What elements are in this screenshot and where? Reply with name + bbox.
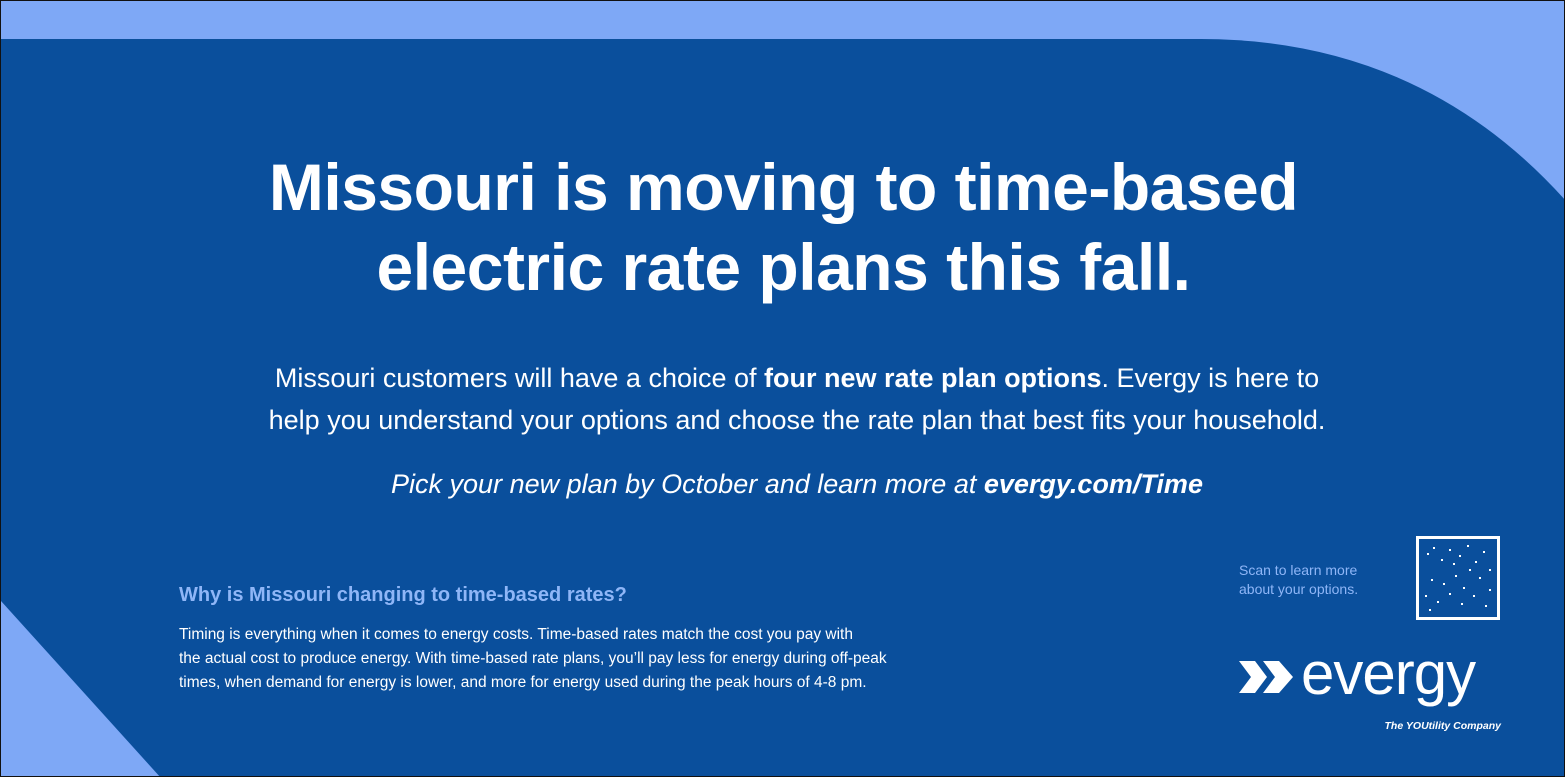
qr-code[interactable] [1416,536,1500,620]
logo-wordmark: evergy [1301,640,1476,707]
why-line-1: Timing is everything when it comes to en… [179,626,853,643]
double-chevron-icon [1239,661,1293,693]
brand-tagline: The YOUtility Company [1384,720,1502,732]
subcopy-line-2: help you understand your options and cho… [268,405,1326,435]
subcopy-text-before: Missouri customers will have a choice of [274,363,765,393]
scan-prompt: Scan to learn more about your options. [1239,561,1409,599]
scan-line-2: about your options. [1239,581,1359,597]
cta-text: Pick your new plan by October and learn … [391,469,984,499]
headline: Missouri is moving to time-based electri… [1,147,1564,307]
why-heading: Why is Missouri changing to time-based r… [179,584,627,606]
why-body: Timing is everything when it comes to en… [179,623,1119,695]
subcopy-text-after: . Evergy is here to [1101,363,1320,393]
why-line-2: the actual cost to produce energy. With … [179,650,887,667]
call-to-action: Pick your new plan by October and learn … [1,464,1564,504]
subcopy: Missouri customers will have a choice of… [1,357,1564,441]
headline-line-1: Missouri is moving to time-based [268,150,1299,224]
ad-banner: Missouri is moving to time-based electri… [0,0,1565,777]
qr-code-icon [1425,545,1491,611]
scan-line-1: Scan to learn more [1239,562,1358,578]
cta-link[interactable]: evergy.com/Time [984,469,1203,499]
subcopy-line-1: Missouri customers will have a choice of… [1,357,1564,399]
evergy-logo: evergy [1237,641,1507,711]
headline-line-2: electric rate plans this fall. [376,230,1192,304]
why-line-3: times, when demand for energy is lower, … [179,674,867,691]
subcopy-bold-phrase: four new rate plan options [764,363,1102,393]
